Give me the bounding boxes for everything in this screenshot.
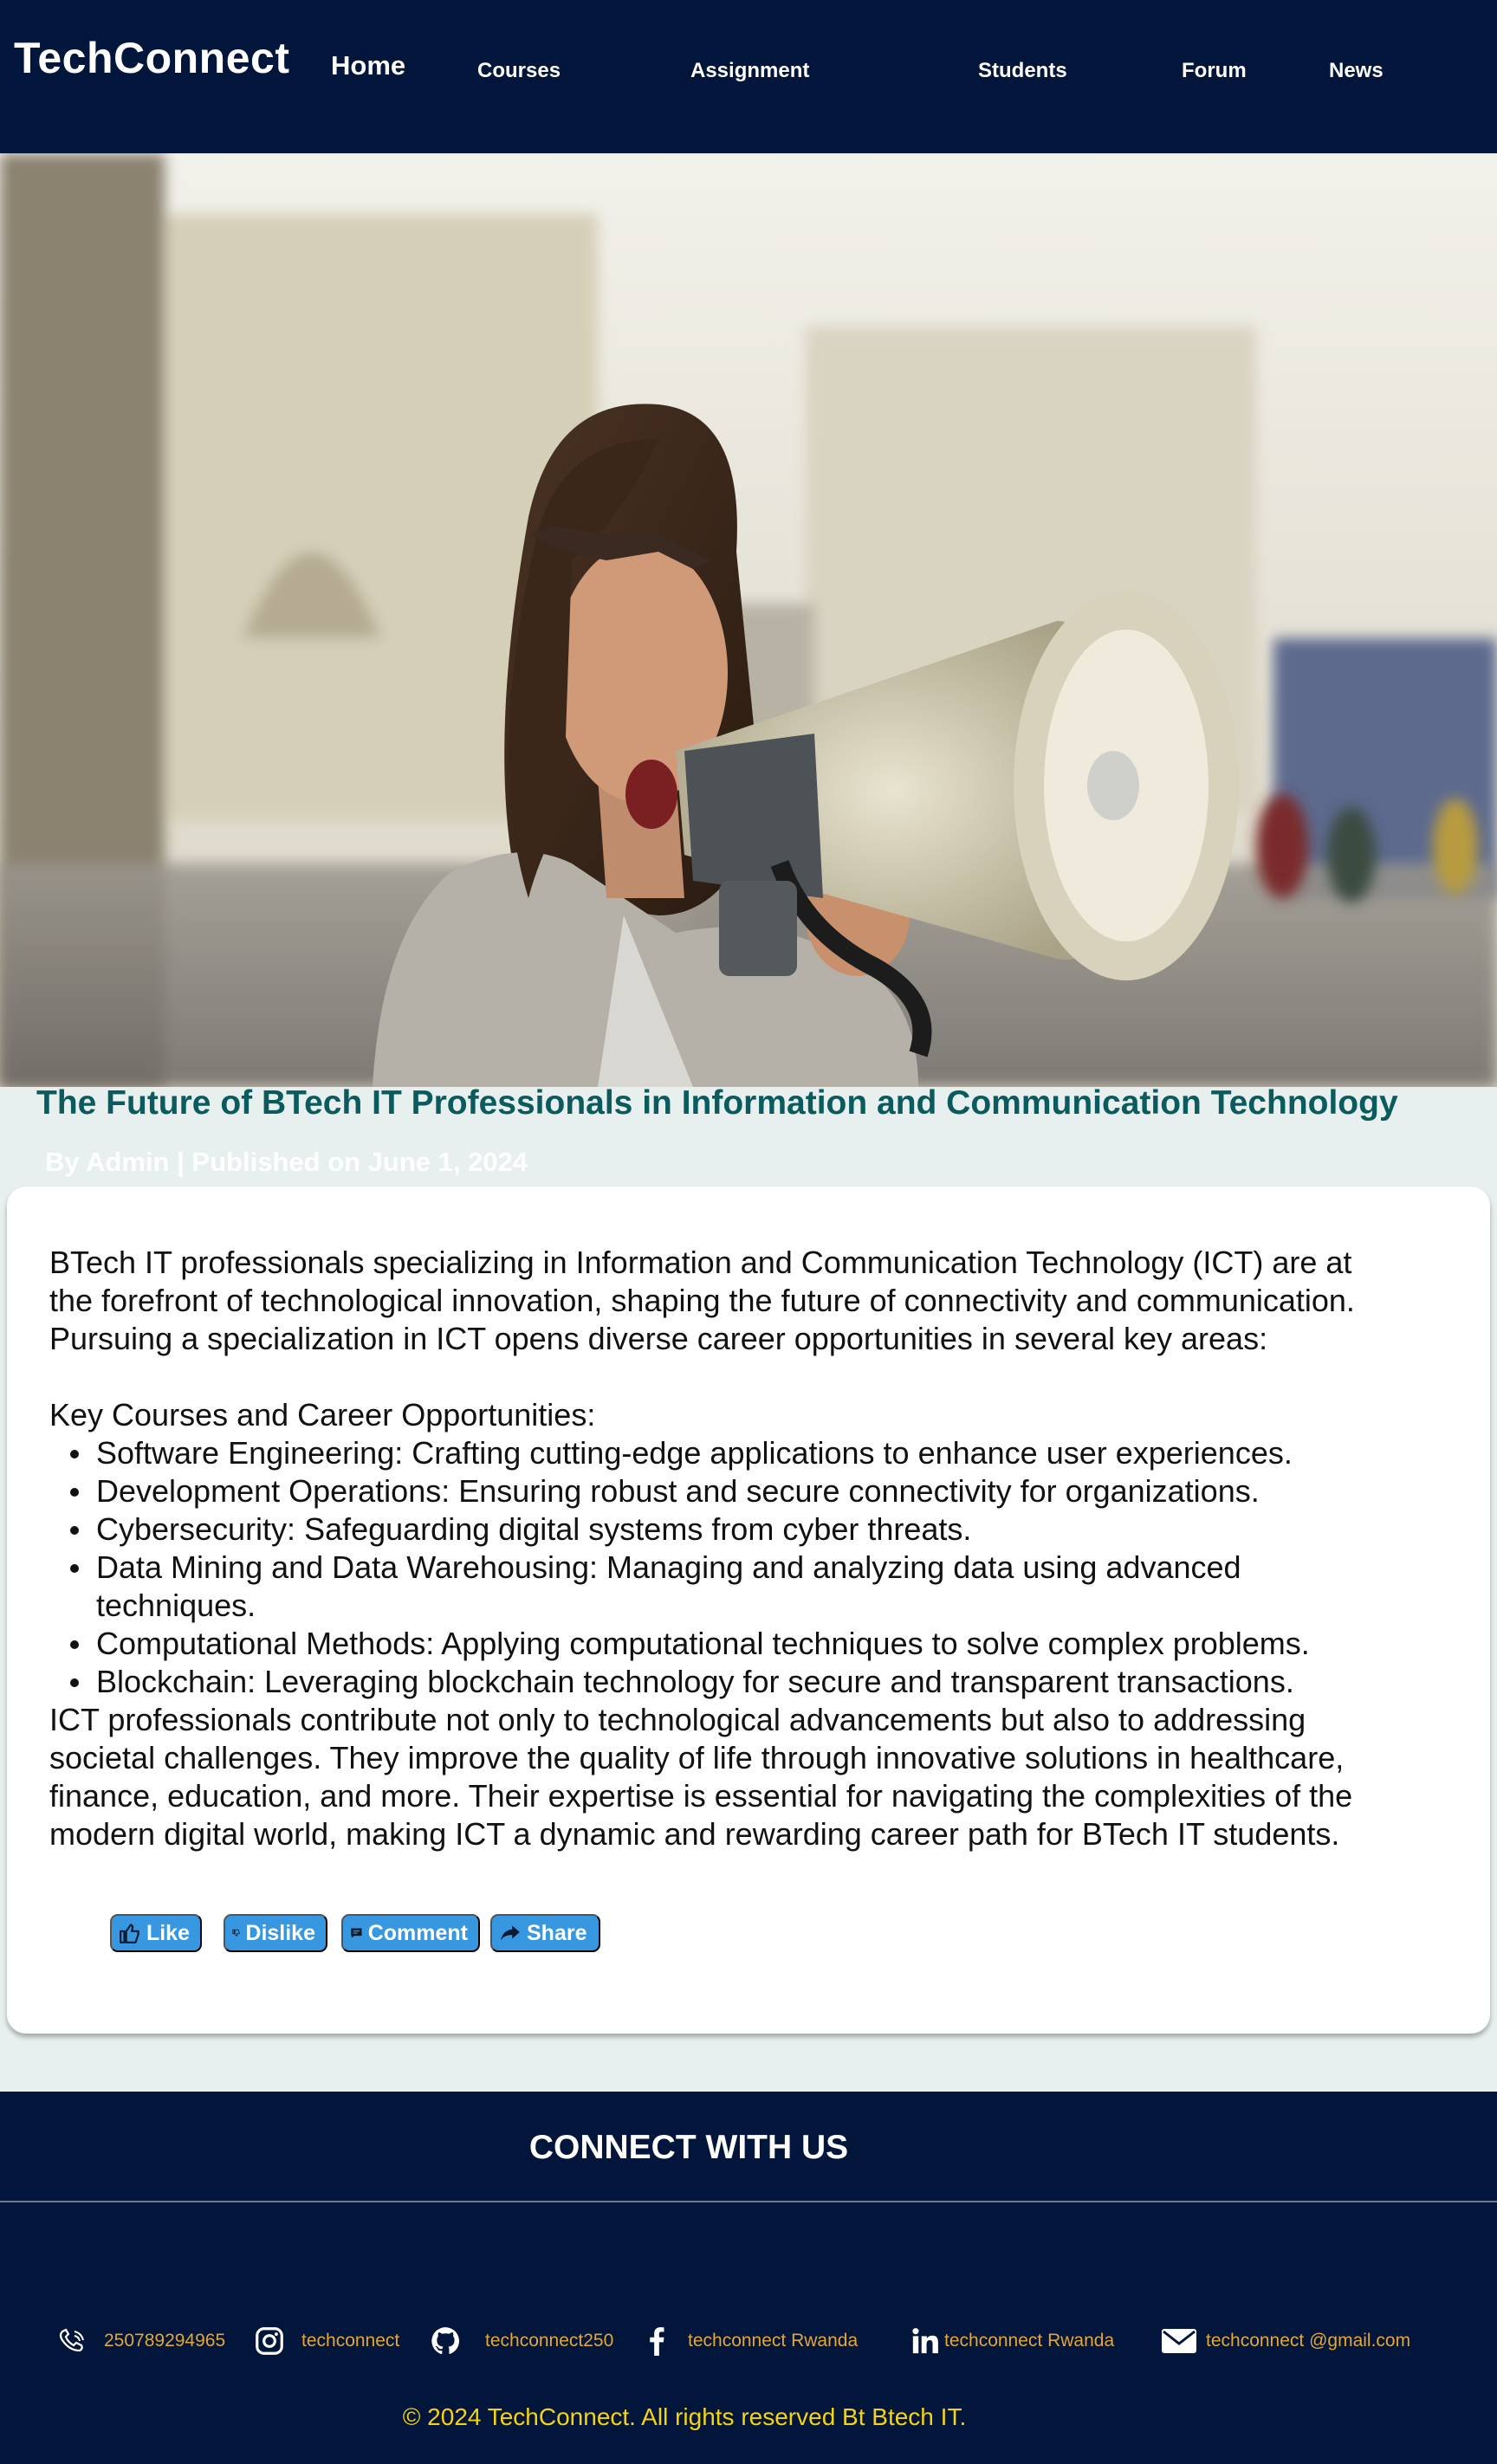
list-heading: Key Courses and Career Opportunities:: [49, 1397, 596, 1432]
article-body: BTech IT professionals specializing in I…: [49, 1244, 1470, 1853]
copyright-text: © 2024 TechConnect. All rights reserved …: [402, 2403, 967, 2430]
facebook-handle: techconnect Rwanda: [688, 2331, 859, 2351]
github-handle: techconnect250: [485, 2331, 614, 2351]
envelope-icon: [1162, 2329, 1196, 2353]
like-label: Like: [146, 1920, 190, 1945]
intro-line: BTech IT professionals specializing in I…: [49, 1245, 1352, 1280]
contact-email[interactable]: techconnect @gmail.com: [1161, 2325, 1410, 2357]
facebook-icon: [650, 2327, 664, 2356]
conclusion-line: modern digital world, making ICT a dynam…: [49, 1816, 1340, 1852]
footer-title: CONNECT WITH US: [528, 2129, 849, 2166]
share-button[interactable]: Share: [490, 1914, 600, 1952]
site-logo[interactable]: TechConnect: [14, 33, 290, 83]
conclusion-line: ICT professionals contribute not only to…: [49, 1702, 1306, 1737]
linkedin-icon: [912, 2328, 938, 2354]
nav-home[interactable]: Home: [331, 50, 405, 81]
contact-phone[interactable]: 250789294965: [57, 2325, 225, 2357]
share-arrow-icon: [501, 1925, 520, 1941]
contact-instagram[interactable]: techconnect: [253, 2325, 399, 2357]
share-label: Share: [527, 1920, 587, 1945]
career-list: Software Engineering: Crafting cutting-e…: [49, 1434, 1470, 1701]
nav-courses[interactable]: Courses: [477, 59, 561, 83]
conclusion-line: finance, education, and more. Their expe…: [49, 1778, 1353, 1814]
comment-button[interactable]: Comment: [341, 1914, 480, 1952]
list-item: Cybersecurity: Safeguarding digital syst…: [49, 1510, 1470, 1549]
comment-label: Comment: [367, 1920, 468, 1945]
nav-news[interactable]: News: [1329, 59, 1384, 83]
list-item: Blockchain: Leveraging blockchain techno…: [49, 1663, 1470, 1701]
thumbs-down-icon: [232, 1929, 240, 1937]
hero-image: [0, 153, 1497, 1087]
github-icon: [431, 2327, 459, 2355]
instagram-handle: techconnect: [301, 2331, 400, 2351]
contact-github[interactable]: techconnect250: [429, 2325, 613, 2357]
instagram-icon: [256, 2327, 283, 2355]
footer-divider: [0, 2201, 1497, 2202]
article-byline: By Admin | Published on June 1, 2024: [45, 1147, 528, 1177]
nav-students[interactable]: Students: [978, 59, 1067, 83]
intro-line: Pursuing a specialization in ICT opens d…: [49, 1321, 1268, 1356]
thumbs-up-icon: [120, 1924, 139, 1943]
list-item: Software Engineering: Crafting cutting-e…: [49, 1434, 1470, 1472]
phone-icon: [59, 2328, 84, 2352]
contact-linkedin[interactable]: techconnect Rwanda: [910, 2325, 1114, 2357]
intro-line: the forefront of technological innovatio…: [49, 1283, 1355, 1318]
megaphone-photo-icon: [0, 153, 1497, 1087]
linkedin-handle: techconnect Rwanda: [944, 2331, 1115, 2351]
site-footer: CONNECT WITH US 250789294965 techconnect…: [0, 2092, 1497, 2464]
phone-number: 250789294965: [104, 2331, 226, 2351]
email-address: techconnect @gmail.com: [1206, 2331, 1411, 2351]
list-item: Data Mining and Data Warehousing: Managi…: [49, 1549, 1470, 1625]
dislike-button[interactable]: Dislike: [224, 1914, 327, 1952]
comment-icon: [351, 1928, 362, 1938]
article-card: BTech IT professionals specializing in I…: [7, 1187, 1490, 2034]
nav-assignment[interactable]: Assignment: [690, 59, 809, 83]
dislike-label: Dislike: [245, 1920, 315, 1945]
list-item: Computational Methods: Applying computat…: [49, 1625, 1470, 1663]
site-header: TechConnect Home Courses Assignment Stud…: [0, 0, 1497, 153]
contact-facebook[interactable]: techconnect Rwanda: [646, 2325, 858, 2357]
nav-forum[interactable]: Forum: [1182, 59, 1247, 83]
list-item: Development Operations: Ensuring robust …: [49, 1472, 1470, 1510]
article-title: The Future of BTech IT Professionals in …: [36, 1084, 1398, 1122]
like-button[interactable]: Like: [110, 1914, 202, 1952]
conclusion-line: societal challenges. They improve the qu…: [49, 1740, 1345, 1775]
